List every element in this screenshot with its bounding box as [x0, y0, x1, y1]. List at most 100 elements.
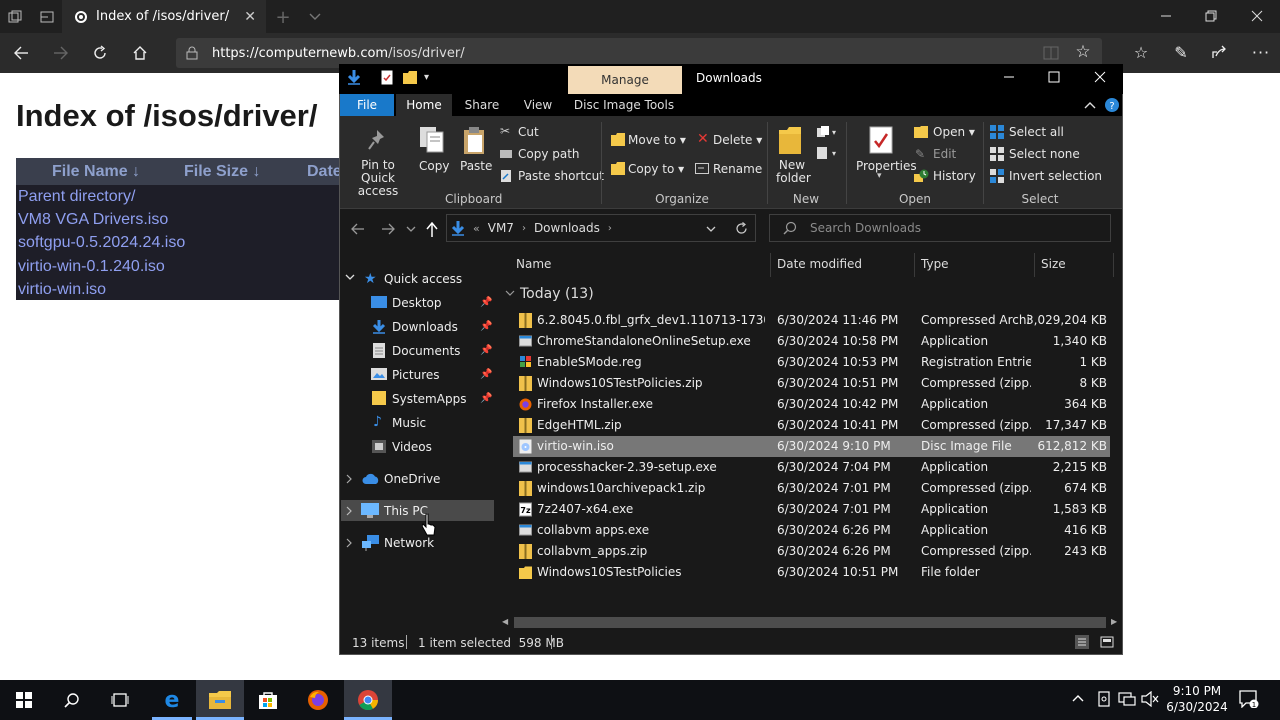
nav-downloads[interactable]: Downloads — [392, 320, 458, 334]
back-arrow-icon[interactable] — [10, 42, 32, 64]
close-browser-icon[interactable] — [1247, 6, 1267, 26]
browser-tab[interactable]: Index of /isos/driver/ ✕ — [62, 0, 266, 33]
network-tray-icon[interactable] — [1118, 691, 1136, 707]
expand-chevron-down-icon[interactable] — [345, 274, 355, 282]
nav-desktop[interactable]: Desktop — [392, 296, 442, 310]
column-file-name[interactable]: File Name ↓ — [52, 163, 140, 181]
file-row[interactable]: collabvm apps.exe 6/30/2024 6:26 PM Applic… — [513, 520, 1110, 541]
paste-button[interactable]: Paste — [460, 159, 492, 173]
favorites-hub-icon[interactable]: ☆ — [1130, 42, 1152, 62]
column-file-size[interactable]: File Size ↓ — [184, 163, 260, 181]
file-row[interactable]: virtio-win.iso 6/30/2024 9:10 PM Disc Imag… — [513, 436, 1110, 457]
chrome-taskbar-icon[interactable] — [344, 680, 392, 720]
device-tray-icon[interactable] — [1096, 691, 1112, 707]
search-taskbar-icon[interactable] — [48, 680, 96, 720]
group-collapse-chevron-icon[interactable] — [505, 290, 515, 297]
new-folder-button[interactable]: New folder — [776, 159, 811, 185]
copy-path-button[interactable]: Copy path — [518, 147, 580, 161]
pen-notes-icon[interactable]: ✎ — [1170, 42, 1192, 62]
select-none-button[interactable]: Select none — [1009, 147, 1080, 161]
group-header-today[interactable]: Today (13) — [520, 286, 594, 302]
expand-chevron-right-icon[interactable] — [346, 474, 353, 484]
move-to-button[interactable]: Move to ▾ — [628, 133, 686, 147]
file-row[interactable]: collabvm_apps.zip 6/30/2024 6:26 PM Compre… — [513, 541, 1110, 562]
reading-view-icon[interactable] — [1042, 44, 1060, 62]
firefox-taskbar-icon[interactable] — [294, 680, 342, 720]
paste-shortcut-button[interactable]: Paste shortcut — [518, 169, 604, 183]
details-view-icon[interactable] — [1075, 635, 1089, 649]
quick-access-download-icon[interactable] — [347, 69, 361, 85]
tab-list-chevron-icon[interactable] — [304, 7, 326, 27]
nav-systemapps[interactable]: SystemApps — [392, 392, 466, 406]
large-icons-view-icon[interactable] — [1100, 635, 1114, 649]
nav-music[interactable]: Music — [392, 416, 426, 430]
link-parent-directory[interactable]: Parent directory/ — [18, 188, 135, 206]
easy-access-icon[interactable]: ▾ — [816, 146, 838, 160]
file-row[interactable]: 6.2.8045.0.fbl_grfx_dev1.110713-1730_am.… — [513, 310, 1110, 331]
file-row[interactable]: 7z 7z2407-x64.exe 6/30/2024 7:01 PM Applica… — [513, 499, 1110, 520]
explorer-back-icon[interactable] — [349, 220, 367, 238]
recent-locations-icon[interactable] — [404, 222, 418, 236]
scroll-left-arrow-icon[interactable]: ◀ — [502, 617, 508, 626]
start-windows-icon[interactable] — [0, 680, 48, 720]
close-window-icon[interactable] — [1090, 68, 1110, 86]
system-clock[interactable]: 9:10 PM 6/30/2024 — [1164, 683, 1230, 715]
rename-button[interactable]: Rename — [713, 162, 762, 176]
breadcrumb-separator-icon[interactable]: › — [522, 223, 526, 234]
tab-home[interactable]: Home — [396, 94, 452, 116]
new-item-icon[interactable]: ▾ — [816, 125, 838, 139]
link-file[interactable]: virtio-win.iso — [18, 281, 106, 299]
properties-button[interactable]: Properties — [856, 159, 917, 173]
address-dropdown-icon[interactable] — [704, 222, 718, 236]
overflow-chevrons-icon[interactable]: « — [473, 222, 480, 235]
column-type[interactable]: Type — [921, 257, 949, 271]
file-row[interactable]: Firefox Installer.exe 6/30/2024 10:42 PM A… — [513, 394, 1110, 415]
tab-disc-image-tools[interactable]: Disc Image Tools — [570, 94, 678, 116]
properties-dropdown-icon[interactable]: ▾ — [877, 171, 882, 181]
nav-network[interactable]: Network — [384, 536, 434, 550]
column-divider[interactable] — [914, 253, 915, 277]
breadcrumb-vm7[interactable]: VM7 — [488, 221, 514, 235]
show-hidden-icons-chevron-icon[interactable] — [1072, 694, 1084, 702]
file-row[interactable]: Windows10STestPolicies.zip 6/30/2024 10:5… — [513, 373, 1110, 394]
maximize-window-icon[interactable] — [1044, 68, 1064, 86]
nav-quick-access[interactable]: Quick access — [384, 272, 462, 286]
refresh-folder-icon[interactable] — [733, 220, 749, 236]
copy-to-button[interactable]: Copy to ▾ — [628, 162, 684, 176]
home-icon[interactable] — [129, 42, 151, 64]
forward-arrow-icon[interactable] — [50, 42, 72, 64]
file-row[interactable]: EdgeHTML.zip 6/30/2024 10:41 PM Compressed… — [513, 415, 1110, 436]
nav-documents[interactable]: Documents — [392, 344, 460, 358]
edit-button[interactable]: Edit — [933, 147, 956, 161]
edge-browser-icon[interactable]: e — [148, 680, 196, 720]
task-view-icon[interactable] — [96, 680, 144, 720]
file-row[interactable]: processhacker-2.39-setup.exe 6/30/2024 7:… — [513, 457, 1110, 478]
qat-customize-icon[interactable]: ▾ — [424, 72, 429, 83]
link-file[interactable]: virtio-win-0.1.240.iso — [18, 258, 165, 276]
help-icon[interactable]: ? — [1104, 97, 1120, 113]
up-arrow-icon[interactable] — [423, 220, 441, 238]
scroll-right-arrow-icon[interactable]: ▶ — [1111, 617, 1117, 626]
new-tab-icon[interactable]: + — [272, 7, 294, 28]
search-input[interactable]: Search Downloads — [769, 214, 1111, 242]
collapse-ribbon-icon[interactable] — [1082, 97, 1098, 113]
link-file[interactable]: softgpu-0.5.2024.24.iso — [18, 234, 185, 252]
delete-button[interactable]: Delete ▾ — [713, 133, 762, 147]
file-row[interactable]: windows10archivepack1.zip 6/30/2024 7:01 … — [513, 478, 1110, 499]
restore-browser-icon[interactable] — [1201, 6, 1221, 26]
file-row[interactable]: EnableSMode.reg 6/30/2024 10:53 PM Registr… — [513, 352, 1110, 373]
column-divider[interactable] — [770, 253, 771, 277]
properties-qat-icon[interactable] — [381, 70, 393, 85]
column-name[interactable]: Name — [516, 257, 551, 271]
volume-muted-icon[interactable] — [1141, 691, 1159, 707]
column-divider[interactable] — [1113, 253, 1114, 277]
link-file[interactable]: VM8 VGA Drivers.iso — [18, 211, 168, 229]
more-menu-icon[interactable]: ··· — [1250, 42, 1272, 62]
pin-to-quick-access-button[interactable]: Pin to Quick access — [347, 159, 409, 198]
open-button[interactable]: Open ▾ — [933, 125, 975, 139]
tab-share[interactable]: Share — [458, 94, 506, 116]
refresh-icon[interactable] — [89, 42, 111, 64]
expand-chevron-right-icon[interactable] — [346, 506, 353, 516]
column-date-modified[interactable]: Date modified — [777, 257, 862, 271]
select-all-button[interactable]: Select all — [1009, 125, 1064, 139]
